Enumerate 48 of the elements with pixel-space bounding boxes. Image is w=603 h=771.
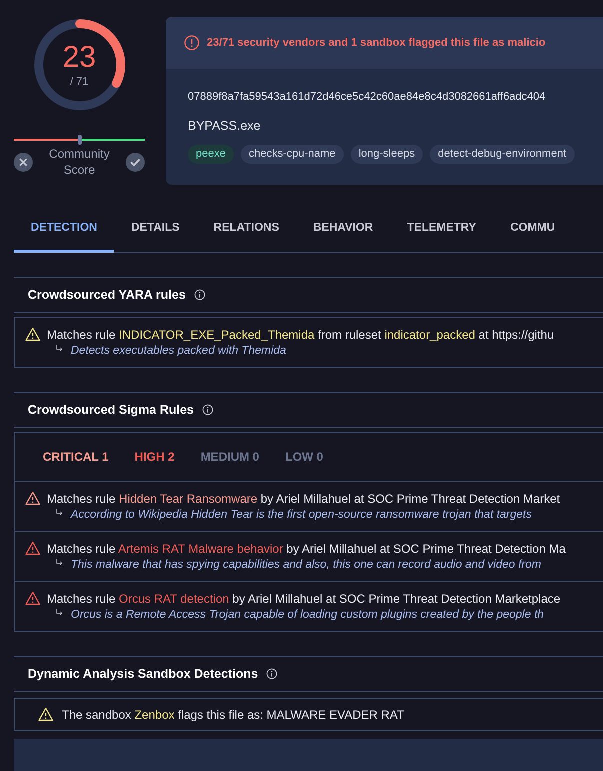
rule-match-text: Matches rule Orcus RAT detection by Ariel Millahuel at SOC Prime Threat Detection Marketplace xyxy=(47,591,561,607)
community-score-label: Community Score xyxy=(48,146,111,178)
tab[interactable]: DETECTION xyxy=(14,207,114,253)
tab[interactable]: COMMU xyxy=(493,207,572,253)
tab[interactable]: RELATIONS xyxy=(196,207,296,253)
severity-filter[interactable]: LOW 0 xyxy=(285,448,324,466)
downvote-icon[interactable] xyxy=(14,152,33,172)
warning-icon xyxy=(25,327,41,342)
warning-icon xyxy=(25,591,41,606)
file-tag[interactable]: peexe xyxy=(188,145,234,164)
section-title: Dynamic Analysis Sandbox Detections xyxy=(28,666,258,683)
severity-filter[interactable]: CRITICAL 1 xyxy=(43,448,109,466)
file-hash: 07889f8a7fa59543a161d72d46ce5c42c60ae84e8c4d3082661aff6adc404 xyxy=(188,90,547,105)
section-title: Crowdsourced Sigma Rules xyxy=(28,402,194,419)
warning-icon xyxy=(25,491,41,506)
subitem-arrow-icon xyxy=(55,508,65,518)
alert-icon xyxy=(184,35,200,51)
rule-description: Orcus is a Remote Access Trojan capable of loading custom plugins created by the people th xyxy=(71,608,544,623)
tab[interactable]: TELEMETRY xyxy=(390,207,494,253)
warning-icon xyxy=(38,707,54,722)
rule-match-text: Matches rule Artemis RAT Malware behavior by Ariel Millahuel at SOC Prime Threat Detection Ma xyxy=(47,541,566,557)
tab[interactable]: DETAILS xyxy=(114,207,197,253)
upvote-icon[interactable] xyxy=(126,152,145,172)
section-title: Crowdsourced YARA rules xyxy=(28,286,186,304)
file-tag[interactable]: checks-cpu-name xyxy=(240,145,344,164)
file-tag[interactable]: long-sleeps xyxy=(350,145,424,164)
slider-thumb[interactable] xyxy=(78,135,82,145)
warning-icon xyxy=(25,541,41,556)
subitem-arrow-icon xyxy=(55,608,65,618)
rule-description: Detects executables packed with Themida xyxy=(71,344,286,359)
detection-count: 23 xyxy=(62,42,96,74)
rule-match-text: Matches rule Hidden Tear Ransomware by Ariel Millahuel at SOC Prime Threat Detection Market xyxy=(47,491,560,507)
subitem-arrow-icon xyxy=(55,344,65,354)
rule-match-text: Matches rule INDICATOR_EXE_Packed_Themida from ruleset indicator_packed at https://githu xyxy=(47,327,554,343)
info-icon xyxy=(266,668,278,680)
file-tag[interactable]: detect-debug-environment xyxy=(430,145,574,164)
file-name: BYPASS.exe xyxy=(188,118,262,134)
sandbox-verdict-text: The sandbox Zenbox flags this file as: MALWARE EVADER RAT xyxy=(62,706,404,724)
alert-message: 23/71 security vendors and 1 sandbox flagged this file as malicio xyxy=(207,36,546,51)
rule-description: According to Wikipedia Hidden Tear is the first open-source ransomware trojan that targets xyxy=(71,508,532,523)
total-engines: / 71 xyxy=(70,74,89,90)
rule-description: This malware that has spying capabilities and also, this one can record audio and video from xyxy=(71,558,542,573)
tab[interactable]: BEHAVIOR xyxy=(296,207,390,253)
info-icon xyxy=(194,289,206,301)
subitem-arrow-icon xyxy=(55,558,65,568)
info-icon xyxy=(202,404,214,416)
severity-filter[interactable]: MEDIUM 0 xyxy=(200,448,260,466)
severity-filter[interactable]: HIGH 2 xyxy=(134,448,175,466)
